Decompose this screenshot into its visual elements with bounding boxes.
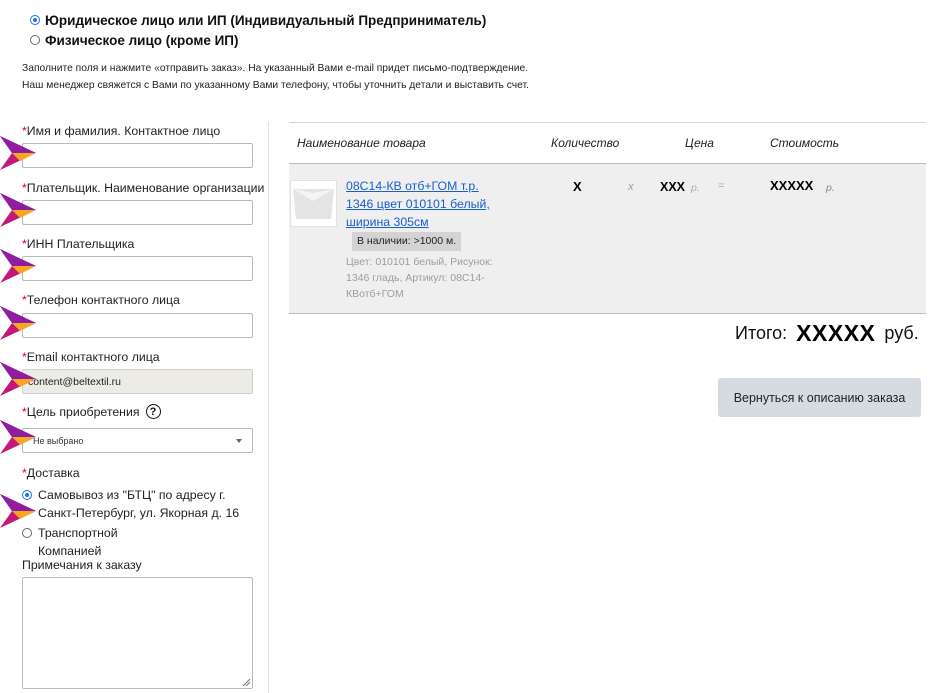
column-divider: [268, 122, 269, 693]
back-to-order-button[interactable]: Вернуться к описанию заказа: [718, 378, 921, 417]
customer-type-individual-label: Физическое лицо (кроме ИП): [45, 32, 239, 48]
cost-currency: р.: [826, 182, 835, 194]
purpose-select-value: Не выбрано: [33, 435, 84, 446]
inn-label: * ИНН Плательщика: [22, 237, 135, 251]
customer-type-legal-label: Юридическое лицо или ИП (Индивидуальный …: [45, 12, 487, 28]
col-header-name: Наименование товара: [297, 136, 426, 150]
product-thumbnail[interactable]: [290, 180, 337, 227]
product-link[interactable]: 08С14-КВ отб+ГОМ т.р. 1346 цвет 010101 б…: [346, 177, 506, 231]
purpose-select[interactable]: Не выбрано: [22, 428, 253, 453]
purpose-label: * Цель приобретения ?: [22, 404, 161, 419]
item-quantity: X: [573, 179, 582, 194]
chevron-down-icon: [236, 438, 242, 443]
instructions-line-2: Наш менеджер свяжется с Вами по указанно…: [22, 80, 529, 91]
payer-org-label: * Плательщик. Наименование организации: [22, 181, 265, 195]
stock-badge: В наличии: >1000 м.: [352, 232, 462, 251]
order-total: Итого: XXXXX руб.: [735, 320, 919, 347]
pointer-arrow-icon: [0, 136, 36, 170]
total-value: XXXXX: [790, 320, 882, 347]
price-currency: р.: [691, 182, 700, 194]
delivery-transport-label: Транспортной Компанией: [38, 526, 118, 558]
col-header-cost: Стоимость: [770, 136, 840, 150]
product-description: Цвет: 010101 белый, Рисунок: 1346 гладь,…: [346, 256, 493, 300]
customer-type-legal[interactable]: Юридическое лицо или ИП (Индивидуальный …: [28, 10, 486, 30]
instructions: Заполните поля и нажмите «отправить зака…: [22, 60, 529, 94]
pointer-arrow-icon: [0, 362, 36, 396]
pointer-arrow-icon: [0, 494, 36, 528]
customer-type-group: Юридическое лицо или ИП (Индивидуальный …: [28, 10, 486, 50]
radio-legal-entity[interactable]: [30, 15, 40, 25]
notes-textarea[interactable]: [22, 577, 253, 689]
contact-name-input[interactable]: [22, 143, 253, 168]
item-price: XXX: [660, 180, 686, 194]
cart-row: 08С14-КВ отб+ГОМ т.р. 1346 цвет 010101 б…: [289, 164, 926, 314]
delivery-label: * Доставка: [22, 466, 80, 480]
resize-handle-icon[interactable]: [242, 678, 250, 686]
radio-individual[interactable]: [30, 35, 40, 45]
phone-label: * Телефон контактного лица: [22, 293, 180, 307]
phone-input[interactable]: [22, 313, 253, 338]
multiply-sign: x: [628, 181, 634, 193]
col-header-qty: Количество: [551, 136, 620, 150]
equals-sign: =: [718, 180, 725, 192]
cart-header: Наименование товара Количество Цена Стои…: [289, 122, 926, 164]
delivery-pickup-label: Самовывоз из "БТЦ" по адресу г. Санкт-Пе…: [38, 488, 240, 520]
col-header-price: Цена: [685, 136, 714, 150]
pointer-arrow-icon: [0, 420, 36, 454]
payer-org-input[interactable]: [22, 200, 253, 225]
customer-type-individual[interactable]: Физическое лицо (кроме ИП): [28, 30, 486, 50]
instructions-line-1: Заполните поля и нажмите «отправить зака…: [22, 63, 529, 74]
email-input[interactable]: [22, 369, 253, 394]
pointer-arrow-icon: [0, 193, 36, 227]
email-label: * Email контактного лица: [22, 350, 160, 364]
help-icon[interactable]: ?: [145, 404, 161, 419]
item-cost: XXXXX: [770, 178, 814, 193]
total-currency: руб.: [884, 323, 919, 343]
pointer-arrow-icon: [0, 249, 36, 283]
contact-name-label: * Имя и фамилия. Контактное лицо: [22, 124, 221, 138]
total-label: Итого:: [735, 323, 788, 343]
delivery-option-pickup[interactable]: Самовывоз из "БТЦ" по адресу г. Санкт-Пе…: [22, 486, 266, 522]
inn-input[interactable]: [22, 256, 253, 281]
notes-label: Примечания к заказу: [22, 558, 142, 572]
pointer-arrow-icon: [0, 306, 36, 340]
